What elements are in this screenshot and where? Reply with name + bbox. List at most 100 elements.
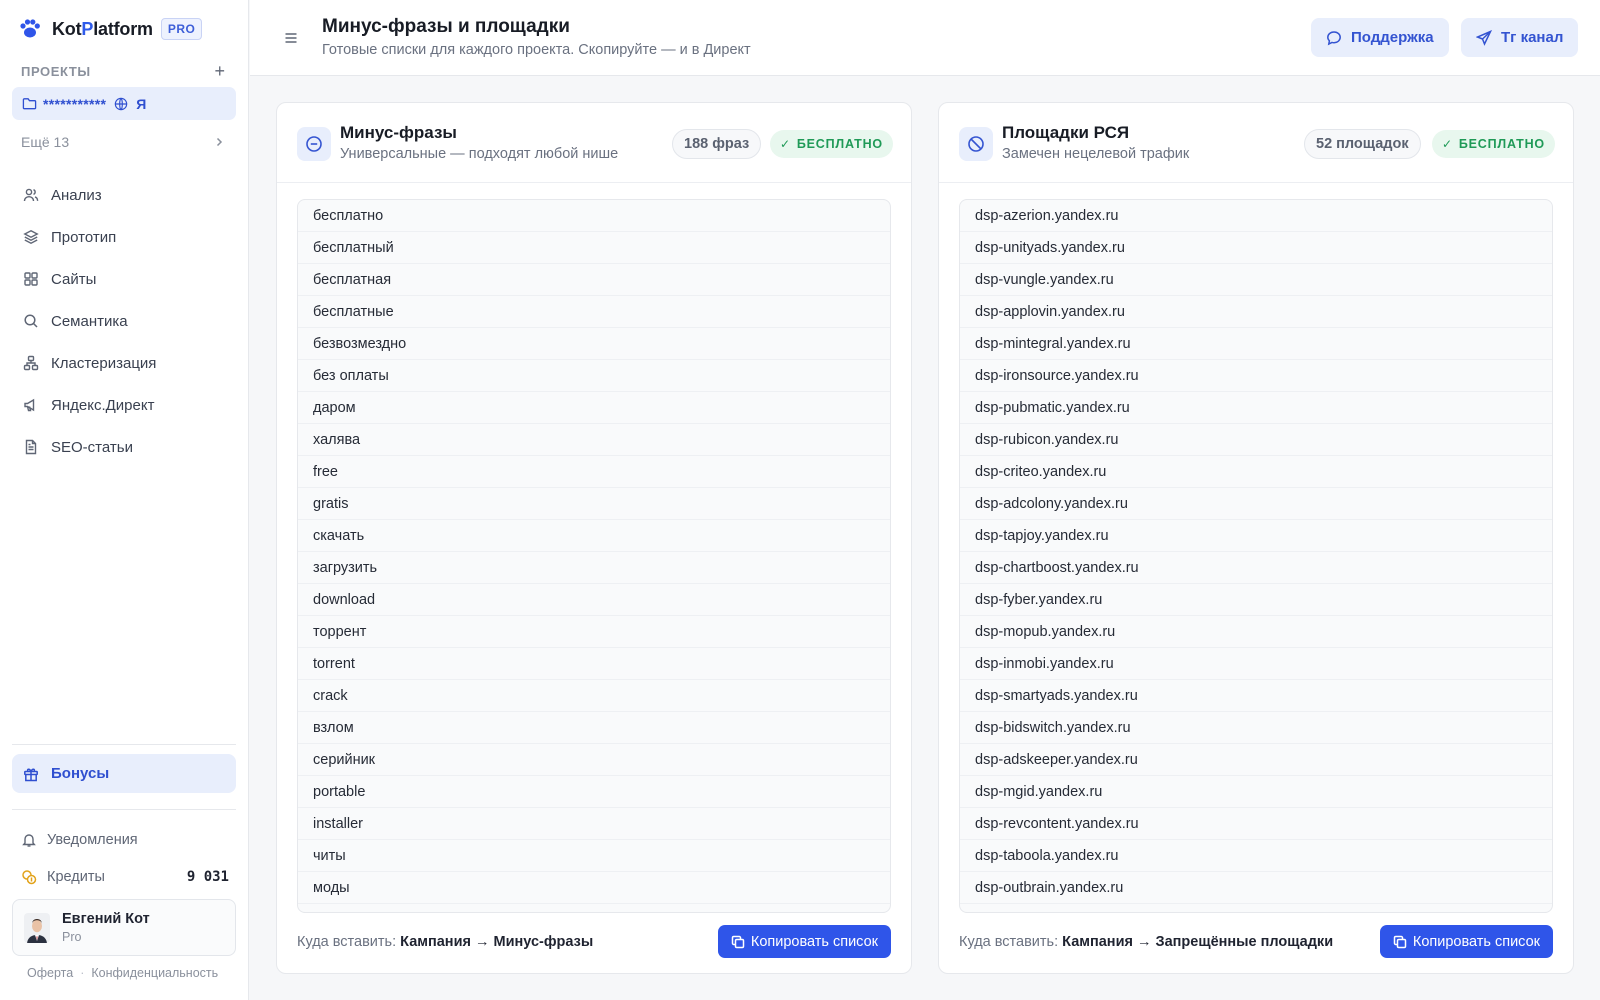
privacy-link[interactable]: Конфиденциальность [91,966,218,980]
paste-hint-label: Куда вставить: [959,934,1059,950]
nav-item-label: Яндекс.Директ [51,396,155,414]
phrase-row: моды [298,872,890,904]
phrase-row: free [298,456,890,488]
cluster-icon [23,355,39,371]
nav-item-label: Сайты [51,270,97,288]
user-card[interactable]: Евгений Кот Pro [12,899,236,956]
ban-icon [968,136,984,152]
card-title: Площадки РСЯ [1002,123,1130,142]
count-badge: 52 площадок [1304,129,1421,159]
menu-icon[interactable] [283,30,299,46]
paste-hint-target: Кампания → Запрещённые площадки [1062,934,1334,950]
placements-list: dsp-azerion.yandex.ru dsp-unityads.yandex… [959,199,1553,913]
page-title: Минус-фразы и площадки [322,16,570,37]
check-icon: ✓ [780,137,791,151]
placement-row: dsp-azerion.yandex.ru [960,200,1552,232]
nav-item-analysis[interactable]: Анализ [12,178,236,212]
placement-row: dsp-mintegral.yandex.ru [960,328,1552,360]
minus-circle-icon [306,136,322,152]
phrase-row: torrent [298,648,890,680]
placement-row: dsp-revcontent.yandex.ru [960,808,1552,840]
telegram-button[interactable]: Тг канал [1461,18,1579,57]
credits-value: 9 031 [186,869,229,885]
rsya-placements-card: Площадки РСЯ Замечен нецелевой трафик 52… [938,102,1574,974]
credits-row[interactable]: Кредиты 9 031 [21,866,229,888]
phrase-row: торрент [298,616,890,648]
placement-row: dsp-rubicon.yandex.ru [960,424,1552,456]
footer-links: Оферта · Конфиденциальность [27,966,218,980]
support-button[interactable]: Поддержка [1311,18,1449,57]
card-footer: Куда вставить: Кампания → Запрещённые пл… [959,925,1553,959]
paw-icon [20,19,40,38]
bonus-button[interactable]: Бонусы [12,754,236,793]
nav-item-semantics[interactable]: Семантика [12,304,236,338]
notifications-link[interactable]: Уведомления [21,829,229,851]
offer-link[interactable]: Оферта [27,966,73,980]
placement-row: dsp-adcolony.yandex.ru [960,488,1552,520]
plus-icon[interactable]: + [214,62,225,80]
placement-row: dsp-applovin.yandex.ru [960,296,1552,328]
layers-icon [23,230,39,244]
card-footer: Куда вставить: Кампания → Минус-фразы Ко… [297,925,891,959]
copy-list-button[interactable]: Копировать список [1379,925,1553,958]
placement-row: dsp-outbrain.yandex.ru [960,872,1552,904]
free-label: БЕСПЛАТНО [1458,137,1545,151]
grid-icon [24,272,38,286]
phrase-row: бесплатная [298,264,890,296]
projects-label: ПРОЕКТЫ [21,63,91,79]
placement-row: dsp-inmobi.yandex.ru [960,648,1552,680]
bell-icon [22,834,36,847]
folder-icon [22,98,37,110]
nav-item-label: Кластеризация [51,354,157,372]
card-header: Площадки РСЯ Замечен нецелевой трафик 52… [939,103,1573,183]
placement-row: dsp-mopub.yandex.ru [960,616,1552,648]
support-label: Поддержка [1351,29,1434,46]
sidebar: KotPlatform PRO ПРОЕКТЫ + *********** Я … [0,0,249,1000]
brand-name: KotPlatform [52,18,153,39]
avatar-image [24,912,50,943]
nav-item-sites[interactable]: Сайты [12,262,236,296]
nav-item-yandex-direct[interactable]: Яндекс.Директ [12,388,236,422]
phrase-row: бесплатные [298,296,890,328]
phrase-row: crack [298,680,890,712]
placement-row: dsp-vungle.yandex.ru [960,264,1552,296]
placement-row: dsp-pubmatic.yandex.ru [960,392,1552,424]
divider [12,744,236,745]
card-header: Минус-фразы Универсальные — подходят люб… [277,103,911,183]
telegram-label: Тг канал [1501,29,1564,46]
phrases-list: бесплатно бесплатный бесплатная бесплатные б… [297,199,891,913]
phrase-row: бесплатный [298,232,890,264]
project-item[interactable]: *********** Я [12,87,236,120]
placement-row: dsp-ironsource.yandex.ru [960,360,1552,392]
credits-label: Кредиты [47,869,105,885]
phrase-row: бесплатно [298,200,890,232]
more-projects[interactable]: Ещё 13 [21,132,225,152]
nav-item-seo-articles[interactable]: SEO-статьи [12,430,236,464]
phrase-row: загрузить [298,552,890,584]
nav-item-clustering[interactable]: Кластеризация [12,346,236,380]
placement-row: dsp-smartyads.yandex.ru [960,680,1552,712]
phrase-row: installer [298,808,890,840]
count-badge: 188 фраз [672,129,762,159]
card-title: Минус-фразы [340,123,457,142]
copy-icon [1393,935,1407,948]
megaphone-icon [24,398,35,412]
phrase-row: читы [298,840,890,872]
paste-hint-label: Куда вставить: [297,934,397,950]
placement-row: dsp-tapjoy.yandex.ru [960,520,1552,552]
free-badge: ✓ БЕСПЛАТНО [770,130,893,158]
top-header: Минус-фразы и площадки Готовые списки дл… [250,0,1600,76]
nav-item-prototype[interactable]: Прототип [12,220,236,254]
copy-list-button[interactable]: Копировать список [717,925,891,958]
phrase-row: gratis [298,488,890,520]
paste-hint: Куда вставить: Кампания → Запрещённые пл… [959,934,1333,950]
users-icon [23,188,39,202]
phrase-row: даром [298,392,890,424]
send-icon [1476,29,1492,46]
page-subtitle: Готовые списки для каждого проекта. Скоп… [322,42,751,58]
brand-logo[interactable]: KotPlatform PRO [18,16,203,42]
paste-hint: Куда вставить: Кампания → Минус-фразы [297,934,593,950]
document-icon [25,439,37,455]
card-subtitle: Замечен нецелевой трафик [1002,146,1190,162]
phrase-row: серийник [298,744,890,776]
